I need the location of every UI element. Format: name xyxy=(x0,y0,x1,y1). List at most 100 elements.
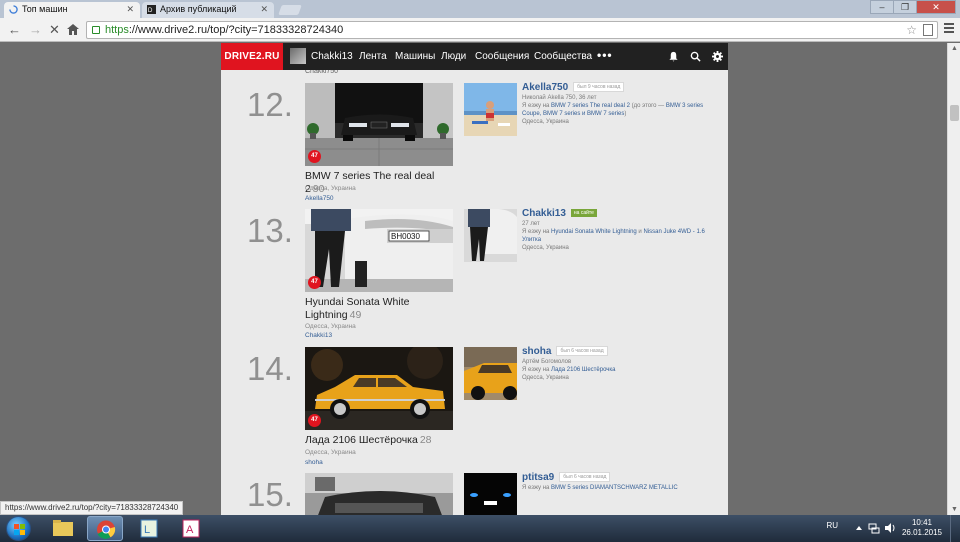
user-name[interactable]: Akella750 был 9 часов назад xyxy=(522,82,625,93)
user-photo[interactable] xyxy=(464,347,517,400)
close-tab-icon[interactable]: ✕ xyxy=(126,2,134,17)
explorer-taskbar-button[interactable] xyxy=(45,516,81,541)
user-name-text: Chakki13 xyxy=(522,208,566,219)
user-name-text: Akella750 xyxy=(522,82,569,93)
user-city: Одесса, Украина xyxy=(522,375,569,381)
user-photo[interactable] xyxy=(464,209,517,262)
page-action-icon[interactable] xyxy=(923,24,933,36)
nav-user[interactable]: Chakki13 xyxy=(311,43,353,70)
network-icon[interactable] xyxy=(868,522,880,534)
stop-icon[interactable]: ✕ xyxy=(49,22,60,38)
nav-people[interactable]: Люди xyxy=(441,43,466,70)
nav-communities[interactable]: Сообщества xyxy=(534,43,592,70)
drive-prefix: Я езжу на xyxy=(522,103,552,109)
tab-top-cars[interactable]: Топ машин ✕ xyxy=(4,2,140,18)
app-taskbar-button[interactable]: A xyxy=(173,516,209,541)
clock-time: 10:41 xyxy=(911,518,932,527)
svg-text:BH0030: BH0030 xyxy=(391,232,420,241)
chrome-menu-icon[interactable] xyxy=(944,23,954,35)
scroll-down-icon[interactable]: ▼ xyxy=(951,506,958,513)
back-arrow-icon[interactable]: ← xyxy=(8,22,21,38)
car-title[interactable]: BMW 7 series The real deal 2 90 xyxy=(305,170,455,196)
system-clock[interactable]: 10:41 26.01.2015 xyxy=(902,518,942,538)
user-photo[interactable] xyxy=(464,83,517,136)
vertical-scrollbar[interactable]: ▲ ▼ xyxy=(947,43,960,515)
lada-photo xyxy=(305,347,453,430)
bell-icon[interactable] xyxy=(668,51,679,62)
user-drive-line: Я езжу на Hyundai Sonata White Lightning… xyxy=(522,228,712,244)
nav-cars[interactable]: Машины xyxy=(395,43,435,70)
scroll-up-icon[interactable]: ▲ xyxy=(951,45,958,52)
start-button[interactable] xyxy=(6,516,31,541)
page-viewport: DRIVE2.RU Chakki13 Лента Машины Люди Соо… xyxy=(0,43,947,515)
car-photo[interactable]: BH0030 47 xyxy=(305,209,453,292)
car-title[interactable]: Лада 2106 Шестёрочка 28 xyxy=(305,434,455,447)
car-owner-link[interactable]: Chakki13 xyxy=(305,332,332,339)
url-scheme: https xyxy=(105,24,129,36)
clock-date: 26.01.2015 xyxy=(901,528,942,537)
drive2-logo[interactable]: DRIVE2.RU xyxy=(221,43,283,70)
home-icon[interactable] xyxy=(67,24,79,35)
user-name[interactable]: shoha был 6 часов назад xyxy=(522,346,608,357)
user-car-link[interactable]: Hyundai Sonata White Lightning xyxy=(551,229,637,235)
car-photo[interactable]: 47 xyxy=(305,83,453,166)
url-text: ://www.drive2.ru/top/?city=7183332872434… xyxy=(128,24,344,36)
drive-prefix: Я езжу на xyxy=(522,485,552,491)
user-line: Артём Богомолов xyxy=(522,359,572,365)
user-city: Одесса, Украина xyxy=(522,119,569,125)
app-icon: A xyxy=(182,519,200,538)
bmw-photo xyxy=(305,83,453,166)
search-icon[interactable] xyxy=(690,51,701,62)
user-status-badge: был 6 часов назад xyxy=(559,472,611,483)
car-owner-link[interactable]: Akella750 xyxy=(305,195,334,202)
car-photo[interactable] xyxy=(305,473,453,515)
car-title[interactable]: Hyundai Sonata White Lightning 49 xyxy=(305,296,455,322)
avatar[interactable] xyxy=(290,48,306,64)
car-score: 28 xyxy=(419,434,432,446)
tab-publications-archive[interactable]: D Архив публикаций ✕ xyxy=(142,2,274,18)
user-name[interactable]: Chakki13 на сайте xyxy=(522,208,597,219)
language-indicator[interactable]: RU xyxy=(826,521,838,530)
browser-toolbar: ← → ✕ https://www.drive2.ru/top/?city=71… xyxy=(0,18,960,42)
lock-icon xyxy=(92,26,100,34)
show-hidden-icons-icon[interactable] xyxy=(854,523,864,533)
user-name-text: ptitsa9 xyxy=(522,472,555,483)
user-details: Николай Akella 750, 36 лет Я езжу на BMW… xyxy=(522,94,712,126)
chrome-taskbar-button[interactable] xyxy=(87,516,123,541)
minimize-button[interactable]: – xyxy=(870,0,894,14)
car-city: Одесса, Украина xyxy=(305,185,356,192)
status-url-bubble: https://www.drive2.ru/top/?city=71833328… xyxy=(0,501,184,515)
nav-feed[interactable]: Лента xyxy=(359,43,387,70)
close-window-button[interactable]: ✕ xyxy=(916,0,956,14)
new-tab-button[interactable] xyxy=(278,5,302,15)
user-car-link[interactable]: BMW 5 series DIAMANTSCHWARZ METALLIC xyxy=(551,485,678,491)
gear-icon[interactable] xyxy=(712,51,723,62)
user-car-link[interactable]: Лада 2106 Шестёрочка xyxy=(551,367,615,373)
volume-icon[interactable] xyxy=(884,522,896,534)
user-photo[interactable] xyxy=(464,473,517,515)
bookmark-star-icon[interactable]: ☆ xyxy=(906,22,917,38)
window-controls: – ❐ ✕ xyxy=(870,0,956,14)
rank-number: 15. xyxy=(247,476,293,513)
scrollbar-thumb[interactable] xyxy=(950,105,959,121)
user-details: Артём Богомолов Я езжу на Лада 2106 Шест… xyxy=(522,358,712,382)
folder-icon xyxy=(53,520,73,536)
close-tab-icon[interactable]: ✕ xyxy=(260,2,268,17)
more-menu[interactable]: ••• xyxy=(597,43,613,67)
app-taskbar-button[interactable]: L xyxy=(131,516,167,541)
svg-text:A: A xyxy=(186,524,194,536)
user-name[interactable]: ptitsa9 был 6 часов назад xyxy=(522,472,611,483)
car-photo[interactable]: 47 xyxy=(305,347,453,430)
drive-suffix: (до этого — xyxy=(629,103,666,109)
beach-photo xyxy=(464,83,517,136)
restore-button[interactable]: ❐ xyxy=(893,0,917,14)
address-bar[interactable]: https://www.drive2.ru/top/?city=71833328… xyxy=(86,21,938,39)
car-city: Одесса, Украина xyxy=(305,323,356,330)
car-owner-link[interactable]: shoha xyxy=(305,459,323,466)
drive-end: ) xyxy=(624,111,627,117)
show-desktop-button[interactable] xyxy=(950,515,960,542)
forward-arrow-icon[interactable]: → xyxy=(29,22,42,38)
nav-messages[interactable]: Сообщения xyxy=(475,43,529,70)
user-car-link[interactable]: BMW 7 series The real deal 2 xyxy=(551,103,630,109)
user-name-text: shoha xyxy=(522,346,552,357)
